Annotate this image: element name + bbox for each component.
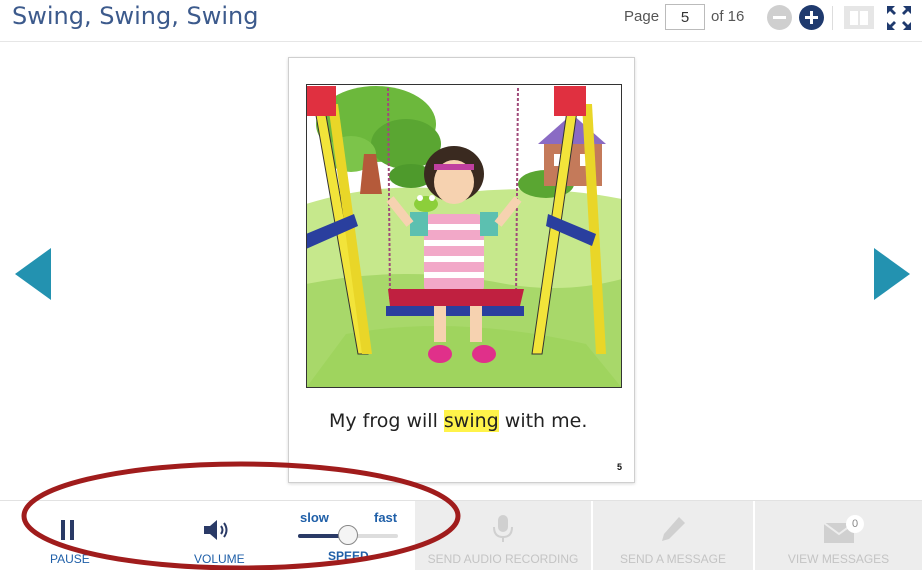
book-view-button[interactable] [844, 6, 874, 29]
open-book-icon [850, 10, 868, 25]
header-bar: Swing, Swing, Swing Page of 16 [0, 0, 922, 42]
page-number-input[interactable] [665, 4, 705, 30]
speed-control: slow fast SPEED [292, 501, 404, 570]
send-audio-recording-label: SEND AUDIO RECORDING [427, 552, 579, 566]
speaker-icon [204, 520, 228, 540]
playback-toolbar: PAUSE VOLUME slow fast SPEED SEND AUDIO … [0, 500, 922, 570]
next-page-arrow[interactable] [874, 248, 910, 300]
microphone-icon [493, 515, 513, 542]
view-messages-label: VIEW MESSAGES [787, 552, 890, 566]
page-total: of 16 [711, 8, 745, 25]
pencil-icon [662, 517, 685, 541]
volume-label: VOLUME [194, 552, 245, 566]
send-message-button[interactable]: SEND A MESSAGE [593, 501, 753, 570]
send-audio-recording-button[interactable]: SEND AUDIO RECORDING [415, 501, 591, 570]
story-sentence: My frog will swing with me. [329, 410, 587, 432]
pause-label: PAUSE [50, 552, 90, 566]
message-count-badge: 0 [846, 515, 864, 533]
swing-illustration [306, 84, 622, 388]
speed-slider-thumb[interactable] [338, 525, 358, 545]
zoom-out-button[interactable] [767, 5, 792, 30]
plus-circle-icon [805, 11, 818, 24]
minus-circle-icon [773, 16, 786, 19]
pause-icon [61, 520, 74, 540]
fullscreen-icon[interactable] [885, 4, 913, 32]
highlighted-word[interactable]: swing [443, 410, 499, 432]
sentence-text-after: with me. [498, 410, 588, 432]
book-title: Swing, Swing, Swing [12, 2, 259, 30]
volume-button[interactable]: VOLUME [188, 501, 252, 570]
speed-slow-label: slow [300, 510, 329, 525]
page-number-label: 5 [616, 462, 622, 472]
book-reader-screen: Swing, Swing, Swing Page of 16 [0, 0, 922, 570]
view-messages-button[interactable]: 0 VIEW MESSAGES [755, 501, 922, 570]
speed-label: SPEED [328, 549, 369, 563]
header-divider [832, 6, 833, 30]
zoom-in-button[interactable] [799, 5, 824, 30]
pause-button[interactable]: PAUSE [40, 501, 100, 570]
page-label: Page [624, 8, 660, 25]
send-message-label: SEND A MESSAGE [619, 552, 727, 566]
book-page: My frog will swing with me. 5 [288, 57, 635, 483]
previous-page-arrow[interactable] [15, 248, 51, 300]
speed-fast-label: fast [374, 510, 398, 525]
sentence-text-before: My frog will [329, 410, 444, 432]
